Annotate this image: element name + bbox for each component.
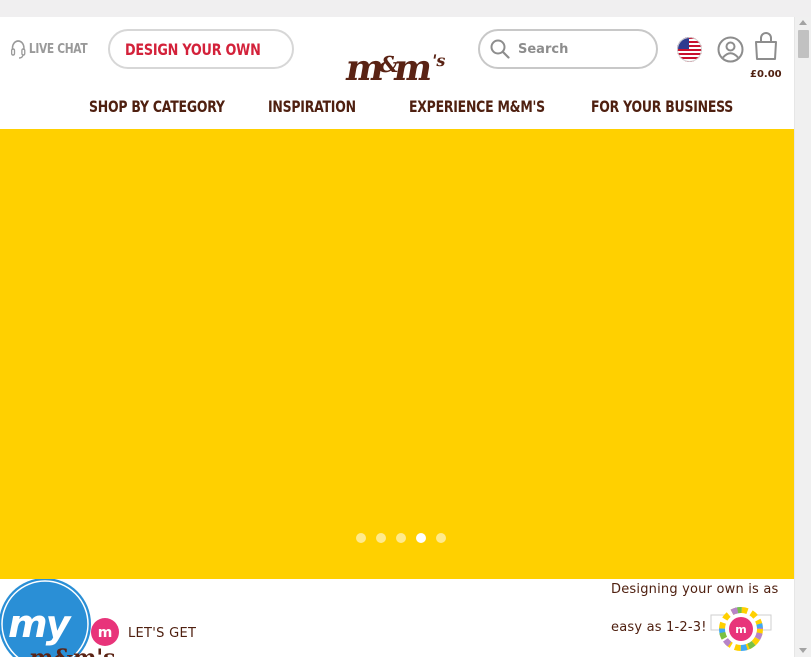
carousel-dot[interactable] — [416, 533, 426, 543]
us-flag-icon[interactable] — [677, 37, 702, 62]
svg-text:m&m's: m&m's — [30, 645, 116, 657]
promo-text-line2: easy as 1-2-3! — [611, 620, 707, 635]
carousel-dots — [356, 533, 446, 543]
scroll-up-arrow-icon[interactable] — [799, 20, 807, 25]
live-chat-label: LIVE CHAT — [28, 41, 88, 57]
svg-text:m: m — [735, 623, 746, 636]
lets-get-heading: LET'S GET — [128, 626, 197, 641]
site-header: LIVE CHAT m DESIGN YOUR OWN m & m 's — [0, 17, 794, 129]
design-your-own-button[interactable]: m DESIGN YOUR OWN — [108, 29, 294, 69]
headset-icon — [10, 40, 26, 59]
my-mms-logo[interactable]: my m m&m's — [0, 579, 125, 657]
promo-text-line1: Designing your own is as — [611, 582, 779, 597]
nav-item-experience-mms[interactable]: EXPERIENCE M&M'S — [409, 97, 545, 116]
svg-text:'s: 's — [430, 51, 447, 70]
carousel-dot[interactable] — [376, 533, 386, 543]
carousel-dot[interactable] — [396, 533, 406, 543]
account-icon[interactable] — [717, 36, 744, 63]
svg-text:my: my — [8, 602, 73, 646]
design-your-own-label: DESIGN YOUR OWN — [125, 39, 261, 59]
page-scrollbar[interactable] — [794, 17, 811, 657]
svg-text:m: m — [391, 46, 436, 89]
design-wheel-icon: m — [710, 607, 772, 651]
design-promo-section: my m m&m's LET'S GET Designing your own … — [0, 579, 794, 657]
search-box[interactable] — [478, 29, 658, 69]
search-icon — [490, 39, 510, 59]
nav-item-inspiration[interactable]: INSPIRATION — [268, 97, 356, 116]
carousel-dot[interactable] — [356, 533, 366, 543]
nav-item-for-your-business[interactable]: FOR YOUR BUSINESS — [591, 97, 733, 116]
scroll-thumb[interactable] — [798, 30, 809, 58]
hero-carousel[interactable] — [0, 129, 794, 579]
shopping-bag-icon[interactable] — [754, 31, 778, 61]
browser-top-strip — [0, 0, 811, 17]
mms-logo[interactable]: m & m 's — [343, 42, 453, 90]
scroll-down-arrow-icon[interactable] — [799, 648, 807, 653]
cart-total: £0.00 — [750, 69, 782, 80]
nav-item-shop-by-category[interactable]: SHOP BY CATEGORY — [89, 97, 225, 116]
search-input[interactable] — [518, 41, 638, 57]
carousel-dot[interactable] — [436, 533, 446, 543]
live-chat-link[interactable]: LIVE CHAT — [10, 39, 88, 59]
main-nav: SHOP BY CATEGORY INSPIRATION EXPERIENCE … — [0, 97, 794, 121]
svg-text:m: m — [98, 625, 113, 641]
